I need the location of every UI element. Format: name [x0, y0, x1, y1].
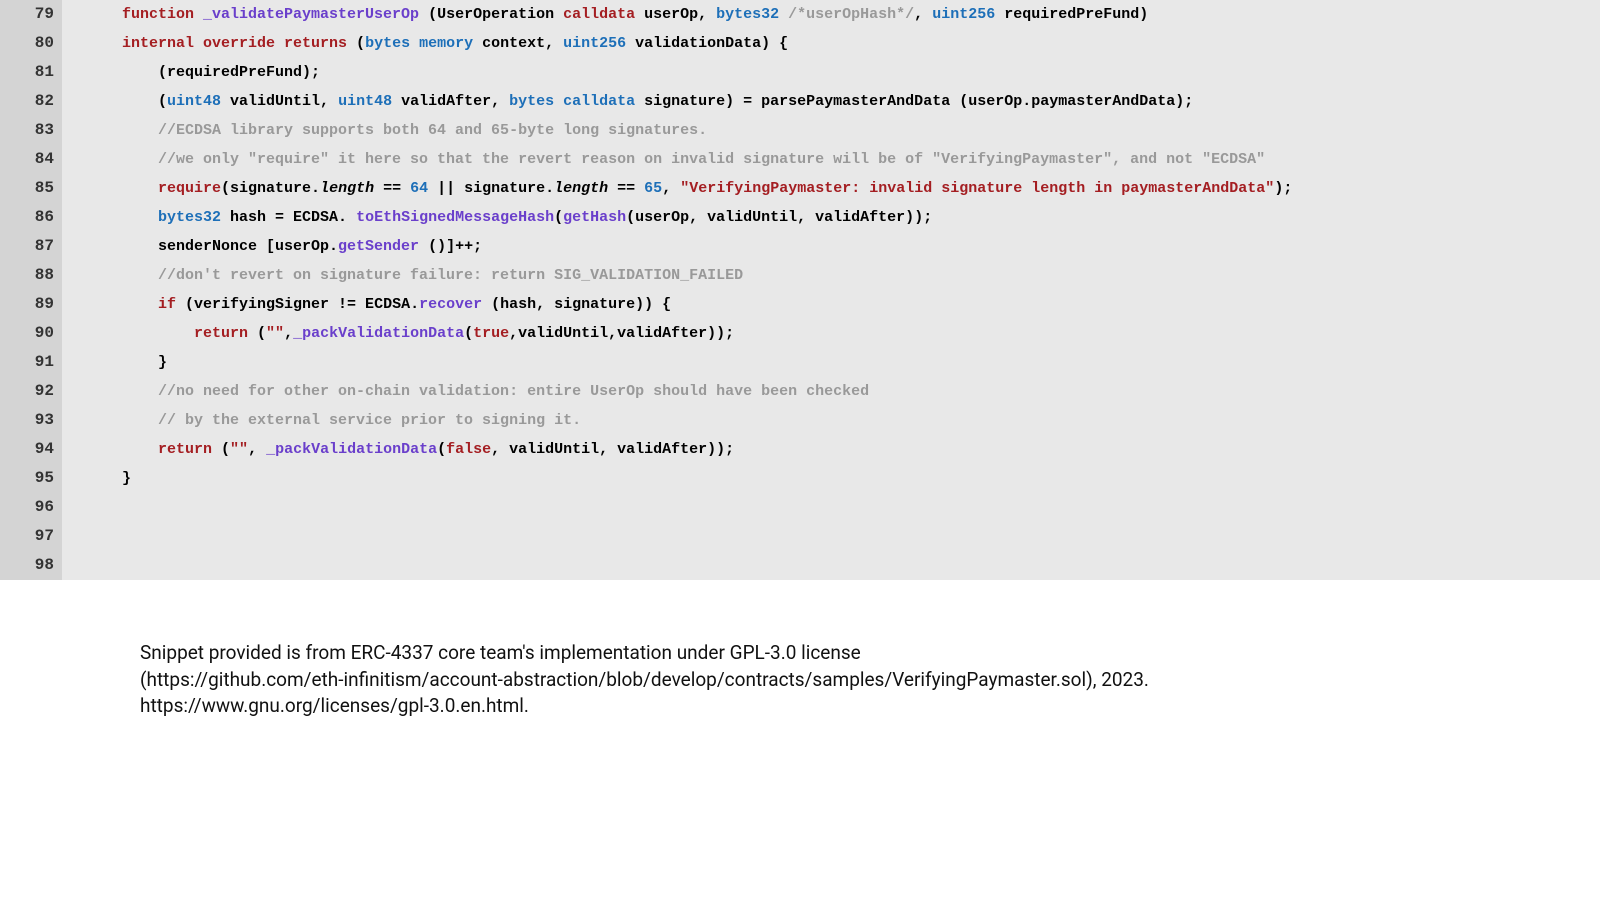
line-number: 90: [8, 319, 54, 348]
line-number: 83: [8, 116, 54, 145]
code-line: }: [122, 348, 1292, 377]
code-line: return ("",_packValidationData(true,vali…: [122, 319, 1292, 348]
line-number: 89: [8, 290, 54, 319]
code-line: (uint48 validUntil, uint48 validAfter, b…: [122, 87, 1292, 116]
line-gutter: 79 80 81 82 83 84 85 86 87 88 89 90 91 9…: [0, 0, 62, 580]
line-number: 86: [8, 203, 54, 232]
line-number: 92: [8, 377, 54, 406]
code-line: //ECDSA library supports both 64 and 65-…: [122, 116, 1292, 145]
code-line: // by the external service prior to sign…: [122, 406, 1292, 435]
code-line: if (verifyingSigner != ECDSA.recover (ha…: [122, 290, 1292, 319]
attribution-text: Snippet provided is from ERC-4337 core t…: [140, 640, 1340, 720]
code-line: internal override returns (bytes memory …: [122, 29, 1292, 58]
line-number: 98: [8, 551, 54, 580]
line-number: 81: [8, 58, 54, 87]
line-number: 94: [8, 435, 54, 464]
code-line: //no need for other on-chain validation:…: [122, 377, 1292, 406]
code-line: }: [122, 464, 1292, 493]
line-number: 82: [8, 87, 54, 116]
line-number: 97: [8, 522, 54, 551]
line-number: 79: [8, 0, 54, 29]
line-number: 93: [8, 406, 54, 435]
line-number: 91: [8, 348, 54, 377]
code-line: bytes32 hash = ECDSA. toEthSignedMessage…: [122, 203, 1292, 232]
code-line: return ("", _packValidationData(false, v…: [122, 435, 1292, 464]
line-number: 84: [8, 145, 54, 174]
line-number: 95: [8, 464, 54, 493]
code-line: senderNonce [userOp.getSender ()]++;: [122, 232, 1292, 261]
code-block: 79 80 81 82 83 84 85 86 87 88 89 90 91 9…: [0, 0, 1600, 580]
line-number: 80: [8, 29, 54, 58]
code-body: function _validatePaymasterUserOp (UserO…: [62, 0, 1292, 580]
code-line: //don't revert on signature failure: ret…: [122, 261, 1292, 290]
line-number: 87: [8, 232, 54, 261]
code-line: (requiredPreFund);: [122, 58, 1292, 87]
code-line: require(signature.length == 64 || signat…: [122, 174, 1292, 203]
line-number: 88: [8, 261, 54, 290]
code-line: //we only "require" it here so that the …: [122, 145, 1292, 174]
line-number: 85: [8, 174, 54, 203]
line-number: 96: [8, 493, 54, 522]
code-line: function _validatePaymasterUserOp (UserO…: [122, 0, 1292, 29]
